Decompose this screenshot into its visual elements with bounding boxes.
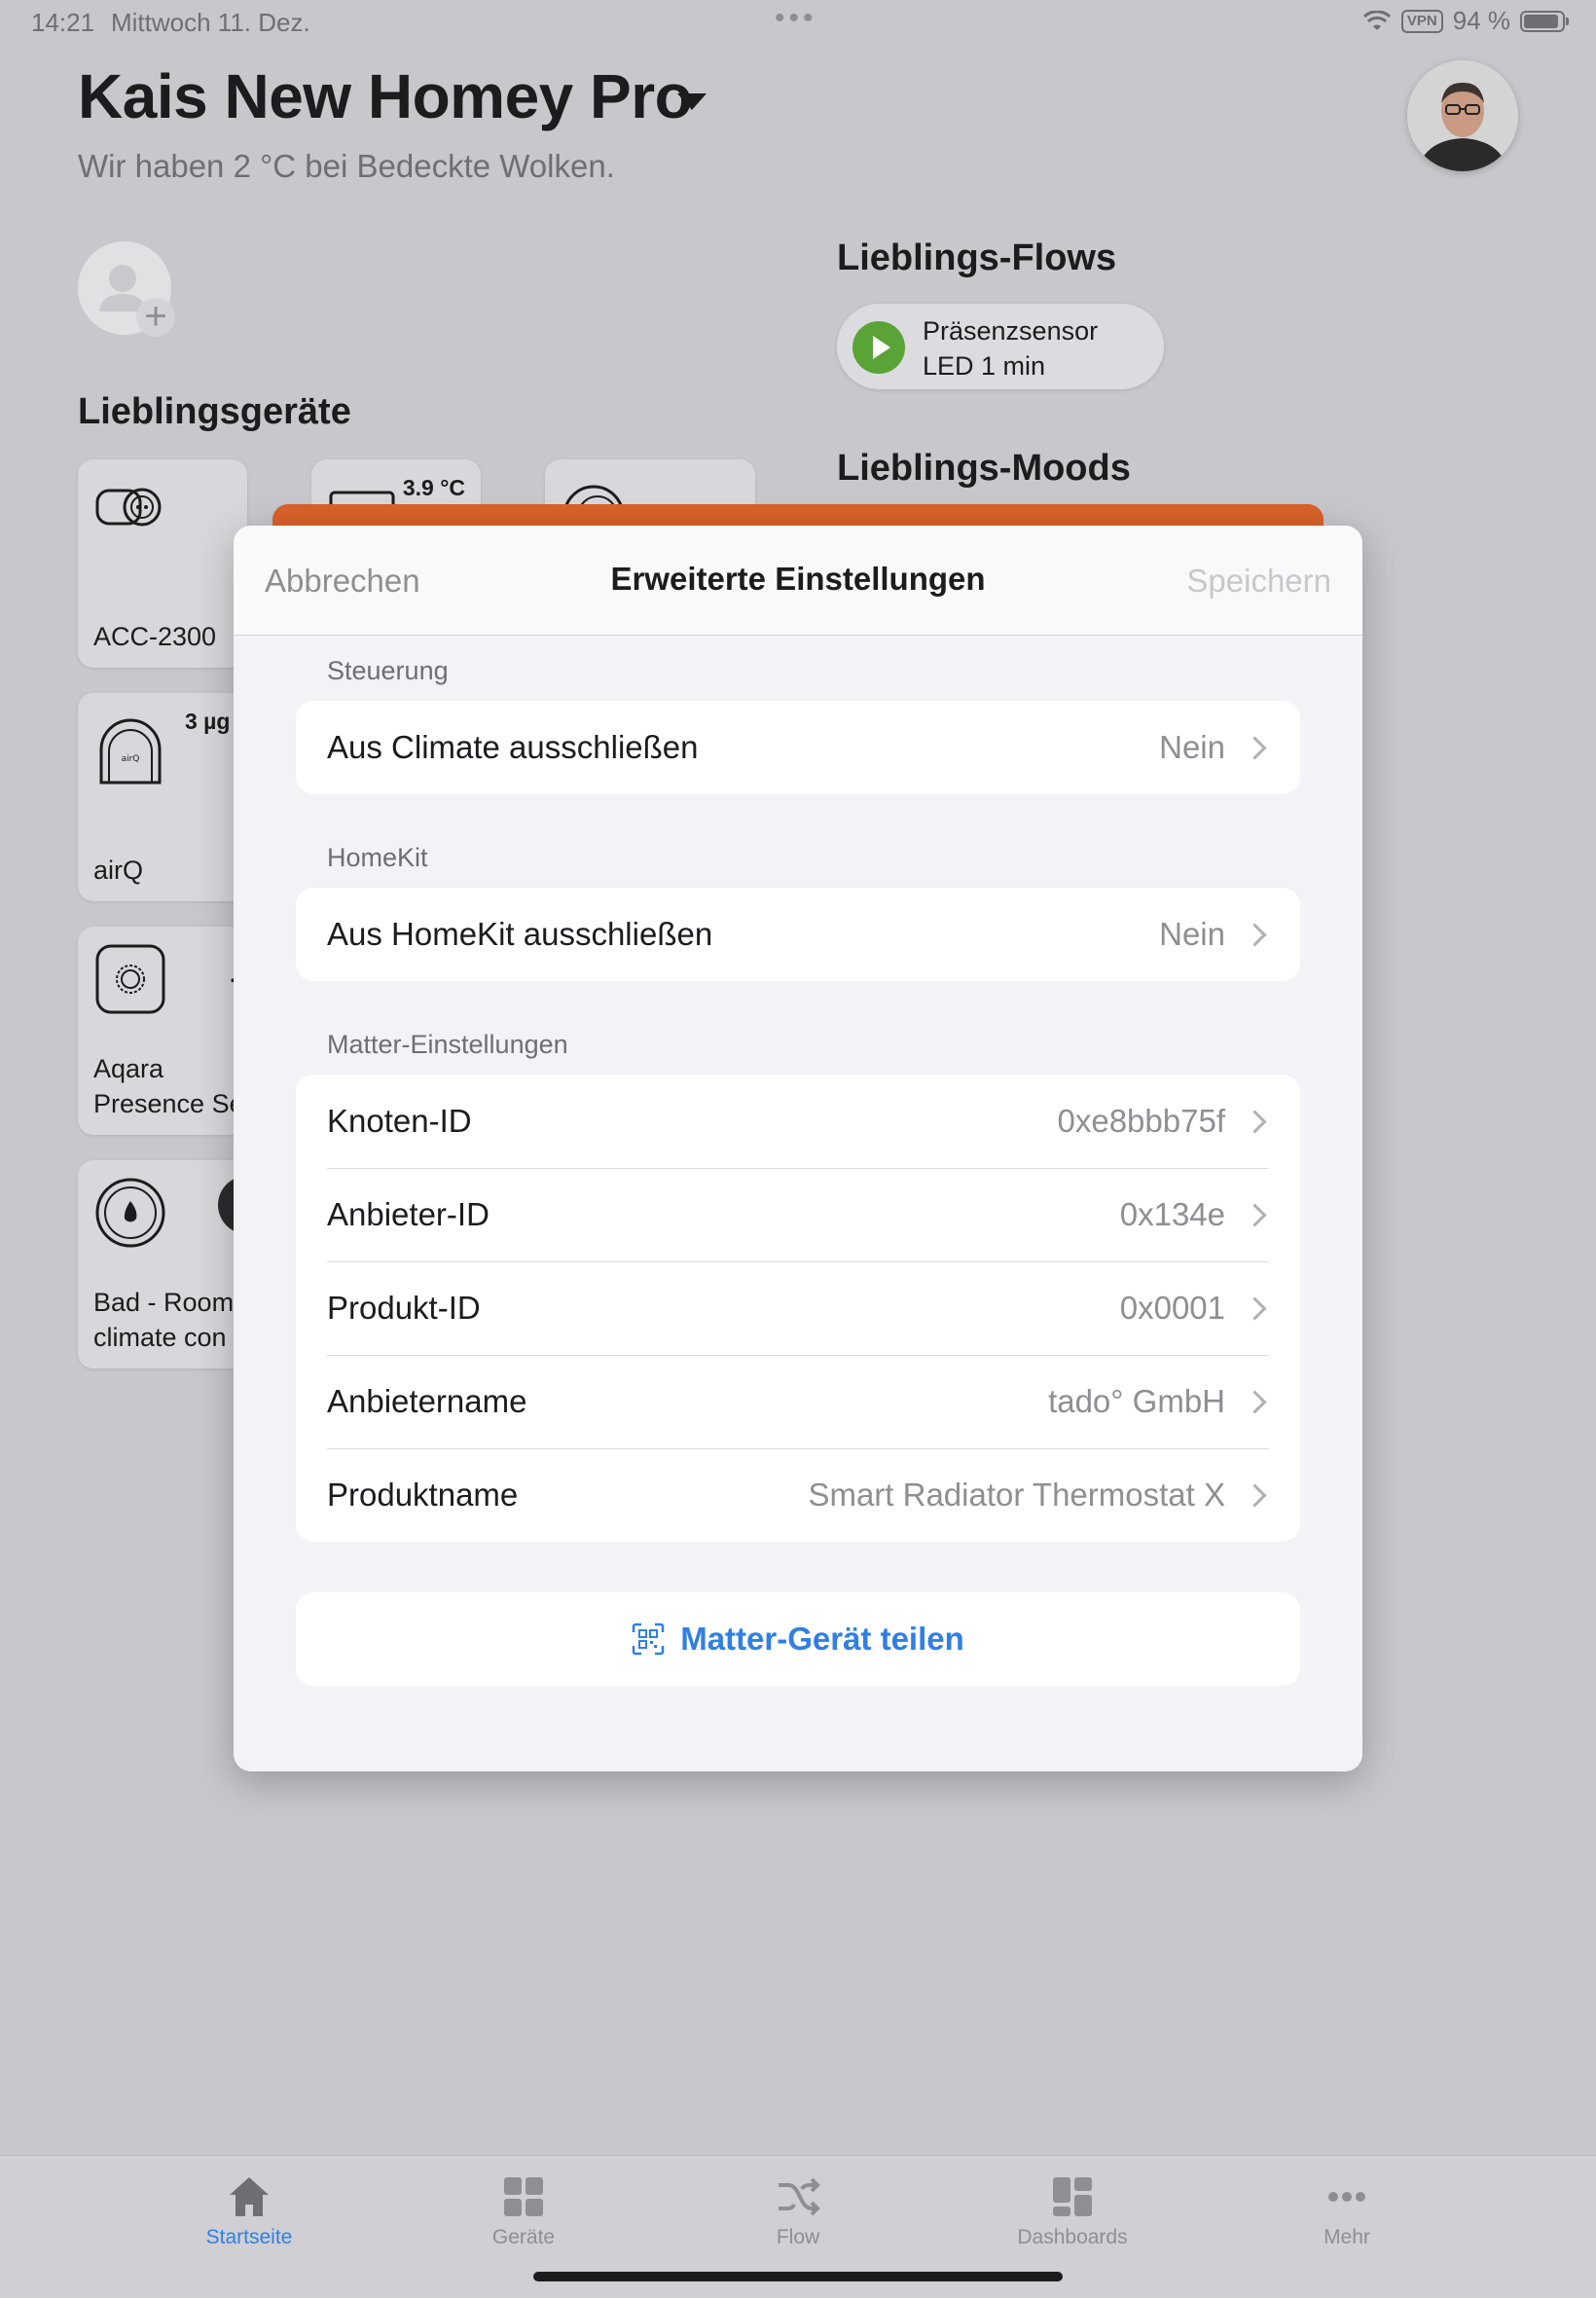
tab-geraete[interactable]: Geräte	[436, 2173, 611, 2249]
setting-label: Anbietername	[327, 1383, 527, 1419]
flow-label: Präsenzsensor LED 1 min	[923, 313, 1098, 383]
tab-label: Startseite	[205, 2226, 293, 2248]
home-title[interactable]: Kais New Homey Pro	[78, 60, 693, 132]
device-name: Aqara Presence Se	[93, 1051, 244, 1121]
play-icon	[852, 321, 905, 374]
device-card-bad-room[interactable]: Bad - Room climate con	[78, 1160, 247, 1368]
svg-text:airQ: airQ	[122, 754, 140, 764]
dashboards-icon	[1053, 2177, 1092, 2216]
save-button[interactable]: Speichern	[1186, 563, 1331, 600]
chevron-right-icon	[1243, 1482, 1267, 1508]
wifi-icon	[1362, 10, 1391, 30]
modal-header: Abbrechen Erweiterte Einstellungen Speic…	[234, 526, 1362, 636]
chevron-right-icon	[1243, 1389, 1267, 1414]
device-name-line1: Aqara	[93, 1054, 164, 1083]
setting-value: Nein	[1159, 916, 1225, 952]
tab-label: Flow	[776, 2226, 820, 2248]
setting-label: Aus Climate ausschließen	[327, 729, 699, 765]
device-card-airq[interactable]: airQ 3 µg airQ	[78, 693, 247, 901]
presence-sensor-icon	[95, 944, 165, 1014]
group-label-matter: Matter-Einstellungen	[327, 1030, 568, 1059]
plus-icon: +	[136, 297, 175, 337]
setting-row-node-id[interactable]: Knoten-ID 0xe8bbb75f	[296, 1075, 1300, 1168]
avatar[interactable]	[1407, 60, 1518, 171]
setting-value: 0x134e	[1119, 1196, 1225, 1232]
share-matter-device-button[interactable]: Matter-Gerät teilen	[296, 1592, 1300, 1686]
favorite-moods-title: Lieblings-Moods	[837, 448, 1131, 489]
group-label-homekit: HomeKit	[327, 843, 428, 872]
tab-mehr[interactable]: Mehr	[1259, 2173, 1434, 2249]
favorite-flows-title: Lieblings-Flows	[837, 237, 1117, 278]
status-date: Mittwoch 11. Dez.	[111, 8, 310, 37]
setting-value: tado° GmbH	[1048, 1383, 1225, 1419]
setting-row-vendor-id[interactable]: Anbieter-ID 0x134e	[296, 1168, 1300, 1261]
setting-value: 0x0001	[1119, 1290, 1225, 1326]
tab-dashboards[interactable]: Dashboards	[985, 2173, 1160, 2249]
device-value: 3.9 °C	[402, 475, 465, 500]
flow-shuffle-icon	[779, 2177, 820, 2216]
chevron-right-icon	[1243, 735, 1267, 760]
tab-flow[interactable]: Flow	[710, 2173, 886, 2249]
setting-value: Smart Radiator Thermostat X	[808, 1477, 1225, 1513]
thermostat-flame-icon	[95, 1178, 165, 1248]
setting-row-product-id[interactable]: Produkt-ID 0x0001	[296, 1261, 1300, 1355]
device-name-line2: Presence Se	[93, 1089, 244, 1118]
setting-label: Aus HomeKit ausschließen	[327, 916, 713, 952]
device-name-line2: climate con	[93, 1323, 227, 1352]
group-label-steuerung: Steuerung	[327, 656, 449, 685]
smart-plug-icon	[95, 488, 162, 527]
home-indicator	[533, 2272, 1063, 2281]
home-switch-caret-icon[interactable]	[677, 93, 707, 110]
battery-icon	[1520, 10, 1569, 32]
user-photo-icon	[1407, 60, 1518, 171]
battery-percent: 94 %	[1452, 6, 1510, 35]
vpn-badge: VPN	[1400, 9, 1443, 33]
setting-row-vendor-name[interactable]: Anbietername tado° GmbH	[296, 1355, 1300, 1448]
device-name: Bad - Room climate con	[93, 1285, 234, 1355]
chevron-right-icon	[1243, 1295, 1267, 1321]
setting-row-exclude-climate[interactable]: Aus Climate ausschließen Nein	[296, 701, 1300, 794]
flow-label-line1: Präsenzsensor	[923, 316, 1099, 346]
setting-row-product-name[interactable]: Produktname Smart Radiator Thermostat X	[296, 1448, 1300, 1542]
weather-text: Wir haben 2 °C bei Bedeckte Wolken.	[78, 148, 615, 184]
device-card-acc-2300[interactable]: ACC-2300	[78, 459, 247, 668]
status-time: 14:21	[31, 8, 95, 37]
chevron-right-icon	[1243, 1109, 1267, 1134]
share-label: Matter-Gerät teilen	[680, 1621, 964, 1657]
flow-label-line2: LED 1 min	[923, 351, 1046, 381]
device-card-aqara-presence[interactable]: · Aqara Presence Se	[78, 927, 247, 1135]
status-indicators: VPN 94 %	[1362, 6, 1569, 36]
device-name: ACC-2300	[93, 622, 217, 651]
setting-label: Produktname	[327, 1477, 519, 1513]
air-quality-icon: airQ	[99, 718, 162, 784]
group-homekit: Aus HomeKit ausschließen Nein	[296, 888, 1300, 981]
favorite-flow-button[interactable]: Präsenzsensor LED 1 min	[837, 304, 1164, 389]
qr-code-icon	[632, 1623, 665, 1656]
setting-label: Produkt-ID	[327, 1290, 481, 1326]
more-dots-icon	[1328, 2192, 1365, 2202]
tab-startseite[interactable]: Startseite	[162, 2173, 337, 2249]
device-name-line1: Bad - Room	[93, 1288, 235, 1317]
setting-row-exclude-homekit[interactable]: Aus HomeKit ausschließen Nein	[296, 888, 1300, 981]
setting-value: 0xe8bbb75f	[1057, 1103, 1226, 1139]
chevron-right-icon	[1243, 922, 1267, 947]
setting-value: Nein	[1159, 729, 1225, 765]
advanced-settings-modal: Abbrechen Erweiterte Einstellungen Speic…	[234, 526, 1362, 1771]
home-icon	[230, 2177, 269, 2216]
favorite-devices-title: Lieblingsgeräte	[78, 391, 351, 432]
devices-grid-icon	[504, 2177, 543, 2216]
cancel-button[interactable]: Abbrechen	[265, 563, 420, 600]
add-user-button[interactable]: +	[78, 241, 175, 337]
group-matter: Knoten-ID 0xe8bbb75f Anbieter-ID 0x134e …	[296, 1075, 1300, 1542]
device-value: 3 µg	[185, 709, 231, 734]
setting-label: Anbieter-ID	[327, 1196, 490, 1232]
device-name: airQ	[93, 856, 144, 885]
chevron-right-icon	[1243, 1202, 1267, 1227]
tab-label: Geräte	[491, 2226, 556, 2248]
tab-label: Mehr	[1324, 2226, 1370, 2248]
setting-label: Knoten-ID	[327, 1103, 472, 1139]
tab-label: Dashboards	[1017, 2226, 1128, 2248]
multitasking-dots-icon[interactable]: •••	[775, 2, 817, 35]
group-steuerung: Aus Climate ausschließen Nein	[296, 701, 1300, 794]
